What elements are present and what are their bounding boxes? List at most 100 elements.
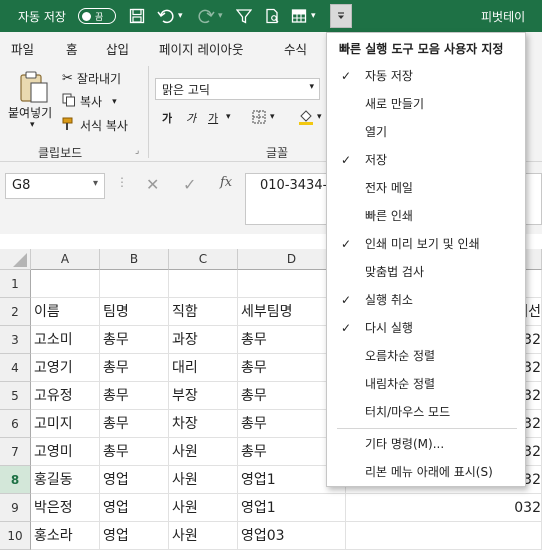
- table-cell[interactable]: 사원: [169, 438, 238, 466]
- menu-item[interactable]: ✓ 저장: [327, 146, 525, 174]
- cancel-icon[interactable]: ✕: [146, 175, 159, 194]
- bold-button[interactable]: 가: [162, 110, 172, 126]
- insert-function-icon[interactable]: fx: [220, 175, 232, 190]
- row-header[interactable]: 4: [0, 354, 31, 382]
- font-name-box[interactable]: 맑은 고딕 ▾: [155, 78, 320, 100]
- menu-item[interactable]: 맞춤법 검사: [327, 258, 525, 286]
- menu-item[interactable]: 빠른 인쇄: [327, 202, 525, 230]
- tab-page-layout[interactable]: 페이지 레이아웃: [159, 39, 243, 58]
- menu-item[interactable]: ✓ 인쇄 미리 보기 및 인쇄: [327, 230, 525, 258]
- table-cell[interactable]: [31, 270, 100, 298]
- table-cell[interactable]: 총무: [100, 382, 169, 410]
- row-header[interactable]: 10: [0, 522, 31, 550]
- underline-dropdown-icon[interactable]: ▾: [226, 112, 231, 122]
- more-options-icon[interactable]: ⋮: [116, 175, 128, 189]
- table-format-icon[interactable]: [288, 0, 310, 32]
- menu-item[interactable]: 내림차순 정렬: [327, 370, 525, 398]
- table-format-dropdown-icon[interactable]: ▾: [311, 0, 316, 32]
- table-cell[interactable]: 고미지: [31, 410, 100, 438]
- table-cell[interactable]: [169, 270, 238, 298]
- fill-color-icon[interactable]: [298, 108, 314, 126]
- column-header-a[interactable]: A: [31, 249, 100, 270]
- column-header-c[interactable]: C: [169, 249, 238, 270]
- menu-item[interactable]: ✓ 다시 실행: [327, 314, 525, 342]
- menu-item[interactable]: 전자 메일: [327, 174, 525, 202]
- table-cell[interactable]: 총무: [100, 354, 169, 382]
- menu-item[interactable]: ✓ 실행 취소: [327, 286, 525, 314]
- menu-item[interactable]: ✓ 자동 저장: [327, 62, 525, 90]
- enter-icon[interactable]: ✓: [183, 175, 196, 194]
- row-header[interactable]: 3: [0, 326, 31, 354]
- menu-item[interactable]: 새로 만들기: [327, 90, 525, 118]
- border-icon[interactable]: [252, 110, 266, 124]
- menu-item[interactable]: 열기: [327, 118, 525, 146]
- table-cell[interactable]: 이름: [31, 298, 100, 326]
- table-cell[interactable]: 사원: [169, 466, 238, 494]
- undo-dropdown-icon[interactable]: ▾: [178, 0, 183, 32]
- row-header[interactable]: 7: [0, 438, 31, 466]
- cut-button[interactable]: ✂ 잘라내기: [62, 70, 121, 87]
- table-cell[interactable]: 영업: [100, 494, 169, 522]
- table-cell[interactable]: 고소미: [31, 326, 100, 354]
- table-cell[interactable]: 홍소라: [31, 522, 100, 550]
- table-cell[interactable]: 부장: [169, 382, 238, 410]
- print-preview-icon[interactable]: [261, 0, 283, 32]
- menu-item-show-below-ribbon[interactable]: 리본 메뉴 아래에 표시(S): [327, 458, 525, 486]
- save-icon[interactable]: [126, 0, 148, 32]
- undo-icon[interactable]: [155, 0, 177, 32]
- table-cell[interactable]: 영업: [100, 466, 169, 494]
- table-cell[interactable]: 총무: [100, 326, 169, 354]
- table-cell[interactable]: [100, 270, 169, 298]
- table-cell[interactable]: 영업03: [238, 522, 346, 550]
- row-header[interactable]: 8: [0, 466, 31, 494]
- row-header[interactable]: 9: [0, 494, 31, 522]
- copy-button[interactable]: 복사 ▾: [62, 93, 117, 110]
- italic-button[interactable]: 가: [186, 110, 196, 126]
- tab-insert[interactable]: 삽입: [106, 39, 129, 58]
- paste-button[interactable]: 붙여넣기: [8, 104, 52, 121]
- name-box[interactable]: G8 ▾: [5, 173, 105, 199]
- menu-item[interactable]: 터치/마우스 모드: [327, 398, 525, 426]
- tab-formulas[interactable]: 수식: [284, 39, 307, 58]
- fill-color-dropdown-icon[interactable]: ▾: [317, 112, 322, 122]
- table-cell[interactable]: 고영미: [31, 438, 100, 466]
- table-cell[interactable]: 팀명: [100, 298, 169, 326]
- format-painter-button[interactable]: 서식 복사: [62, 117, 128, 134]
- table-cell[interactable]: [346, 522, 542, 550]
- copy-dropdown-icon[interactable]: ▾: [112, 97, 117, 107]
- row-header[interactable]: 1: [0, 270, 31, 298]
- table-cell[interactable]: 과장: [169, 326, 238, 354]
- row-header[interactable]: 6: [0, 410, 31, 438]
- font-dropdown-icon[interactable]: ▾: [309, 82, 314, 92]
- table-cell[interactable]: 직함: [169, 298, 238, 326]
- table-cell[interactable]: 영업: [100, 522, 169, 550]
- filter-icon[interactable]: [233, 0, 255, 32]
- table-cell[interactable]: 총무: [100, 438, 169, 466]
- paste-dropdown-icon[interactable]: ▾: [30, 120, 35, 130]
- table-cell[interactable]: 홍길동: [31, 466, 100, 494]
- table-cell[interactable]: 총무: [100, 410, 169, 438]
- paste-icon[interactable]: [18, 70, 50, 104]
- table-cell[interactable]: 박은정: [31, 494, 100, 522]
- name-box-dropdown-icon[interactable]: ▾: [93, 178, 98, 189]
- table-cell[interactable]: 대리: [169, 354, 238, 382]
- table-cell[interactable]: 차장: [169, 410, 238, 438]
- row-header[interactable]: 5: [0, 382, 31, 410]
- underline-button[interactable]: 가: [208, 110, 218, 126]
- column-header-b[interactable]: B: [100, 249, 169, 270]
- border-dropdown-icon[interactable]: ▾: [270, 112, 275, 122]
- tab-file[interactable]: 파일: [11, 39, 34, 58]
- table-cell[interactable]: 고영기: [31, 354, 100, 382]
- customize-qat-button[interactable]: [330, 4, 352, 28]
- table-cell[interactable]: 032: [346, 494, 542, 522]
- menu-item-more-commands[interactable]: 기타 명령(M)...: [327, 430, 525, 458]
- table-cell[interactable]: 사원: [169, 494, 238, 522]
- table-cell[interactable]: 사원: [169, 522, 238, 550]
- table-cell[interactable]: 고유정: [31, 382, 100, 410]
- autosave-toggle[interactable]: 끔: [78, 8, 116, 24]
- row-header[interactable]: 2: [0, 298, 31, 326]
- menu-item[interactable]: 오름차순 정렬: [327, 342, 525, 370]
- table-cell[interactable]: 영업1: [238, 494, 346, 522]
- clipboard-launcher-icon[interactable]: ⌟: [135, 146, 139, 156]
- select-all-corner[interactable]: [0, 249, 31, 270]
